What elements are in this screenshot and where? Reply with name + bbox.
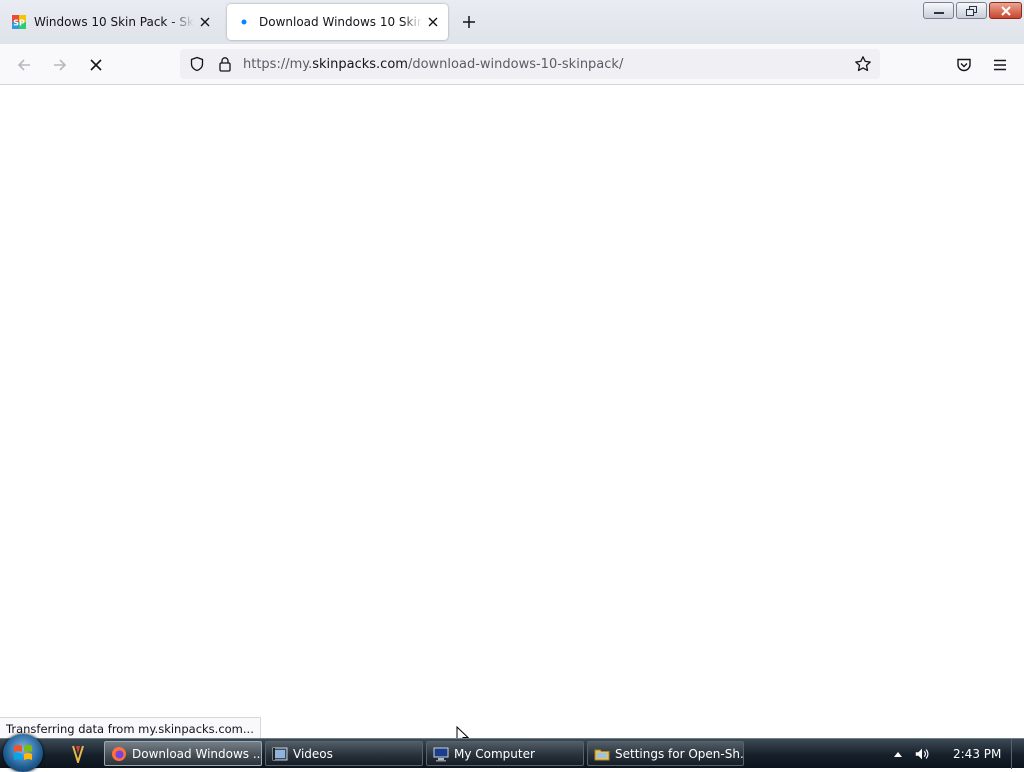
- taskbar-button-label: Download Windows ...: [132, 746, 262, 761]
- taskbar-button-label: Settings for Open-Sh...: [615, 746, 744, 761]
- back-arrow-icon: [17, 59, 30, 71]
- firefox-icon: [111, 746, 127, 762]
- start-button[interactable]: [3, 734, 43, 772]
- status-panel: Transferring data from my.skinpacks.com.…: [0, 717, 261, 739]
- url-host: skinpacks.com: [312, 57, 408, 72]
- menu-button[interactable]: [988, 53, 1012, 77]
- taskbar: Download Windows ... Videos My Computer …: [0, 734, 1024, 772]
- back-button[interactable]: [12, 53, 36, 77]
- window-controls: [923, 2, 1022, 19]
- close-icon: [1000, 5, 1011, 16]
- bookmark-star-icon[interactable]: [854, 55, 872, 73]
- close-window-button[interactable]: [989, 2, 1022, 19]
- pocket-button[interactable]: [952, 53, 976, 77]
- restore-button[interactable]: [956, 2, 987, 19]
- loading-dot-icon: [237, 15, 251, 29]
- tab-skin-pack[interactable]: SP Windows 10 Skin Pack - Skin Pa: [2, 4, 220, 40]
- restore-icon: [965, 5, 977, 16]
- tab-title: Download Windows 10 SkinPac: [259, 15, 422, 29]
- forward-button[interactable]: [48, 53, 72, 77]
- page-content: [0, 85, 1024, 738]
- address-bar[interactable]: https://my.skinpacks.com/download-window…: [180, 49, 880, 79]
- stop-icon: [90, 59, 102, 71]
- quick-launch-icon[interactable]: [68, 745, 88, 763]
- volume-icon[interactable]: [914, 746, 930, 762]
- new-tab-icon[interactable]: [459, 12, 479, 32]
- windows-logo-icon: [14, 745, 32, 760]
- stop-loading-button[interactable]: [84, 53, 108, 77]
- pocket-icon: [957, 58, 971, 72]
- tab-close-icon[interactable]: [198, 15, 212, 29]
- forward-arrow-icon: [54, 59, 67, 71]
- tab-close-icon[interactable]: [426, 15, 440, 29]
- minimize-icon: [933, 11, 944, 14]
- url-prefix: https://my.: [243, 57, 313, 72]
- taskbar-button-firefox[interactable]: Download Windows ...: [104, 741, 262, 766]
- taskbar-button-videos[interactable]: Videos: [265, 741, 423, 766]
- shield-icon[interactable]: [188, 55, 206, 73]
- hamburger-menu-icon: [994, 59, 1006, 71]
- taskbar-button-my-computer[interactable]: My Computer: [426, 741, 584, 766]
- taskbar-clock[interactable]: 2:43 PM: [953, 747, 1001, 761]
- tab-title: Windows 10 Skin Pack - Skin Pa: [34, 15, 194, 29]
- tab-strip: SP Windows 10 Skin Pack - Skin Pa Downlo…: [0, 0, 1024, 44]
- show-hidden-icons-arrow-icon[interactable]: [890, 746, 906, 762]
- video-folder-icon: [272, 746, 288, 762]
- taskbar-button-label: My Computer: [454, 746, 535, 761]
- skinpack-favicon-icon: SP: [12, 15, 26, 29]
- navigation-toolbar: https://my.skinpacks.com/download-window…: [0, 44, 1024, 85]
- show-desktop-button[interactable]: [1011, 739, 1024, 769]
- lock-icon[interactable]: [216, 55, 234, 73]
- taskbar-button-settings[interactable]: Settings for Open-Sh...: [587, 741, 744, 766]
- svg-text:SP: SP: [13, 19, 25, 28]
- computer-icon: [433, 746, 449, 762]
- tab-download-skinpack[interactable]: Download Windows 10 SkinPac: [227, 4, 448, 40]
- taskbar-button-label: Videos: [293, 746, 333, 761]
- url-text[interactable]: https://my.skinpacks.com/download-window…: [243, 57, 623, 72]
- minimize-button[interactable]: [923, 2, 954, 19]
- url-path: /download-windows-10-skinpack/: [407, 57, 624, 72]
- settings-folder-icon: [594, 746, 610, 762]
